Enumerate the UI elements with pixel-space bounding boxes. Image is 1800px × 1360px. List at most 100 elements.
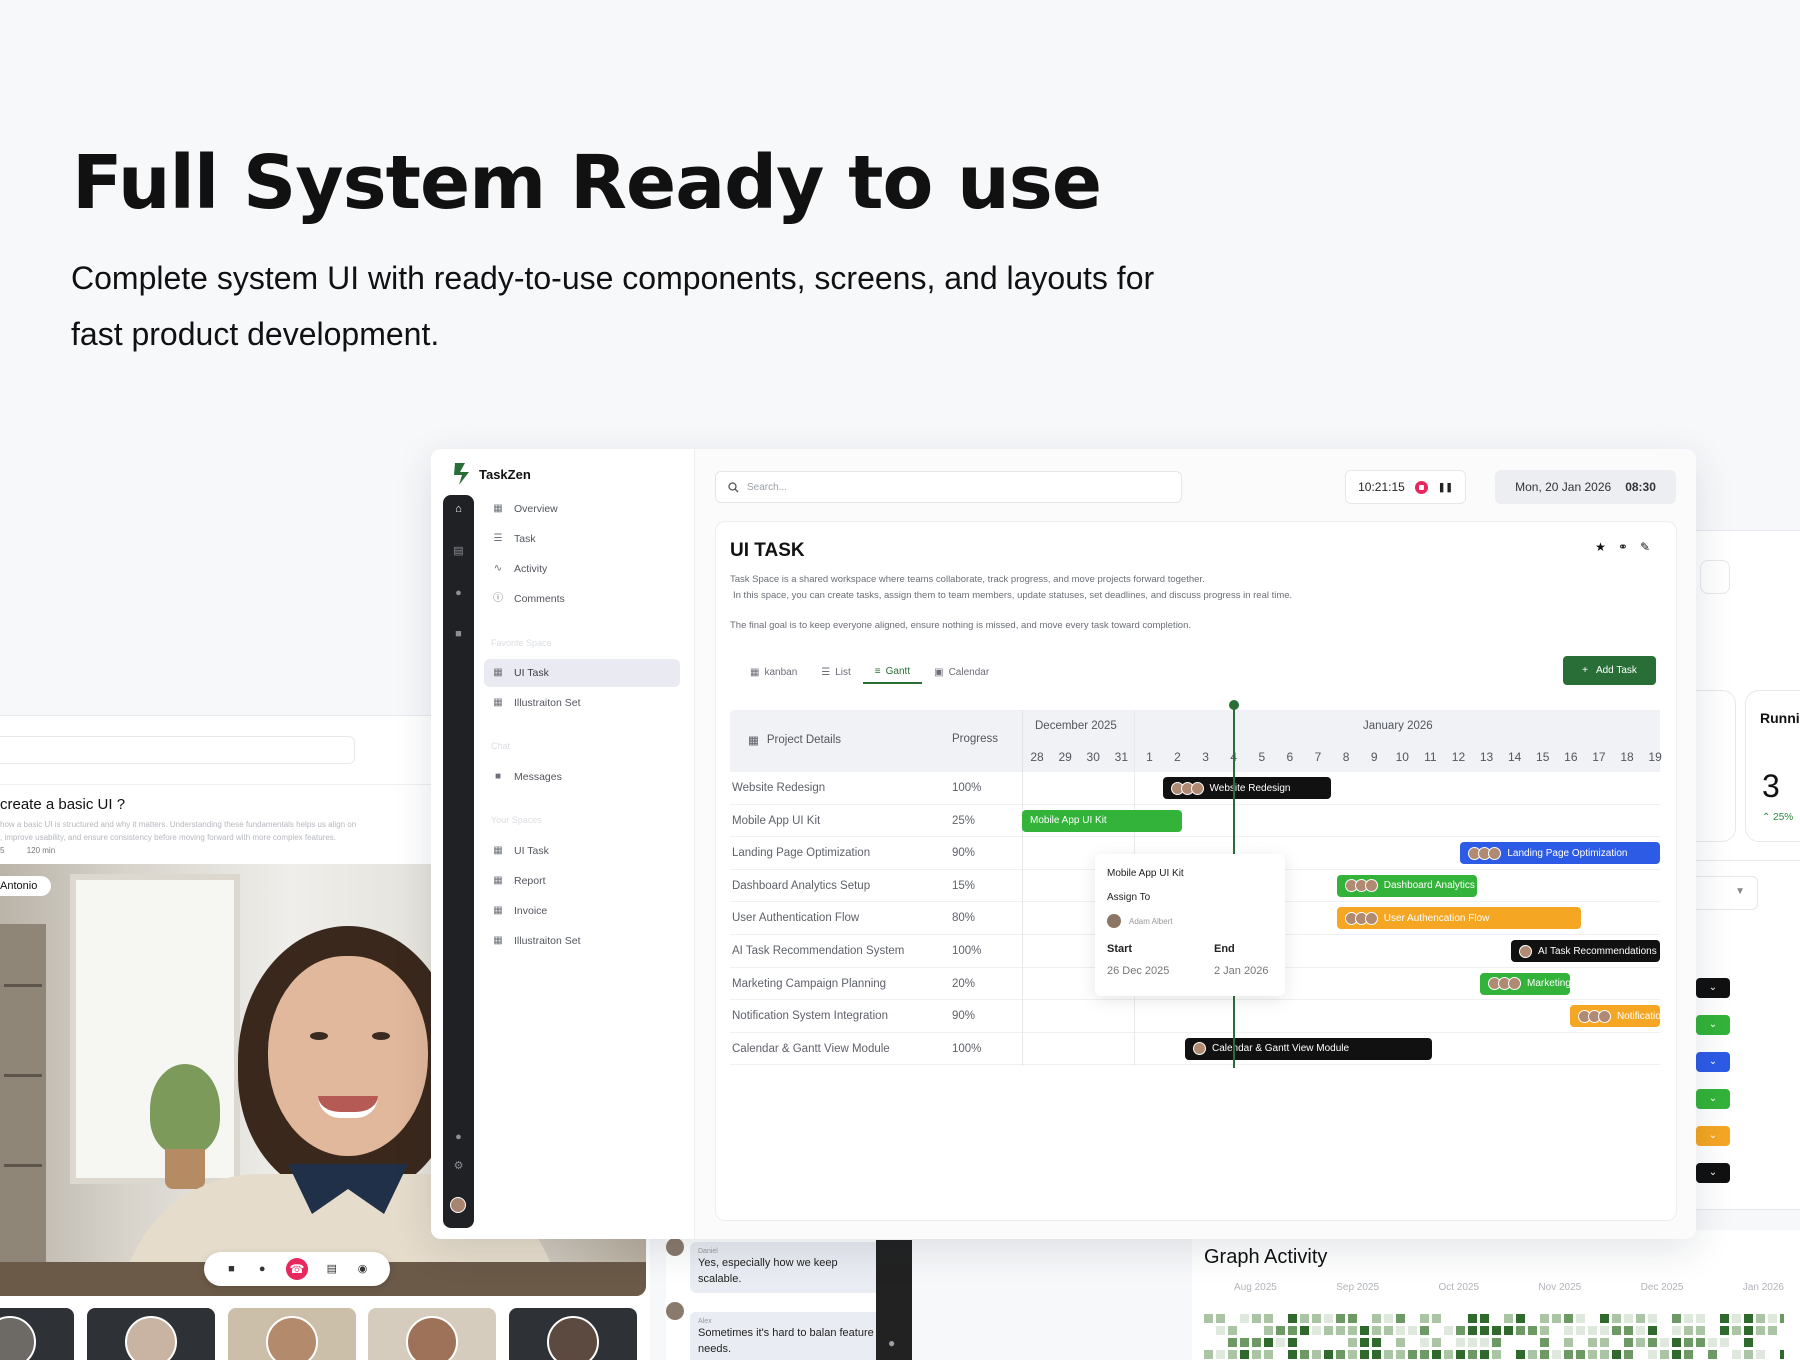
gantt-bar[interactable]: User Authencation Flow [1336, 907, 1582, 930]
gantt-bar[interactable]: Dashboard Analytics Setup [1336, 874, 1478, 897]
home-icon[interactable]: ⌂ [450, 501, 467, 518]
avatar [1364, 879, 1378, 893]
heatmap-cell [1564, 1338, 1573, 1347]
inbox-icon[interactable]: ▤ [450, 543, 467, 560]
bell-icon[interactable]: ● [888, 1336, 895, 1350]
tab-gantt[interactable]: ≡ Gantt [862, 660, 923, 684]
tab-calendar[interactable]: ▣ Calendar [922, 660, 1001, 684]
hang-up-button[interactable]: ☎ [285, 1258, 308, 1280]
chevron-down-icon[interactable]: ⌄ [1696, 1163, 1730, 1183]
team-icon[interactable]: ● [450, 585, 467, 602]
avatar [1518, 944, 1532, 958]
heatmap-cell [1216, 1338, 1225, 1347]
heatmap-cell [1276, 1326, 1285, 1335]
star-icon[interactable]: ★ [1595, 540, 1606, 554]
search-icon [728, 481, 739, 492]
tab-list[interactable]: ☰ List [809, 660, 863, 684]
nav-space-ui-task[interactable]: ▦ UI Task [484, 837, 680, 865]
heatmap-cell [1780, 1350, 1784, 1359]
heatmap-cell [1684, 1350, 1693, 1359]
gear-icon[interactable]: ⚙ [450, 1158, 467, 1175]
nav-favorite-illustration-set[interactable]: ▦ Illustraiton Set [484, 689, 680, 717]
chevron-down-icon[interactable]: ⌄ [1696, 1052, 1730, 1072]
gantt-bar[interactable]: Notification System Integration [1569, 1005, 1660, 1028]
bell-icon[interactable]: ● [450, 1129, 467, 1146]
heatmap-cell [1336, 1338, 1345, 1347]
nav-task[interactable]: ☰ Task [484, 525, 680, 553]
nav-space-report[interactable]: ▦ Report [484, 867, 680, 895]
user-avatar[interactable] [450, 1197, 466, 1213]
heatmap-cell [1612, 1326, 1621, 1335]
record-icon[interactable]: ◉ [356, 1263, 370, 1275]
day-tick: 30 [1086, 750, 1100, 764]
heatmap-cell [1372, 1350, 1381, 1359]
nav-space-illustration-set[interactable]: ▦ Illustraiton Set [484, 927, 680, 955]
nav-activity[interactable]: ∿ Activity [484, 555, 680, 583]
project-progress: 80% [952, 912, 976, 925]
chevron-down-icon[interactable]: ⌄ [1696, 1126, 1730, 1146]
heatmap-cell [1768, 1314, 1777, 1323]
nav-comments[interactable]: ⓘ Comments [484, 585, 680, 613]
heatmap-cell [1624, 1350, 1633, 1359]
nav-favorite-ui-task[interactable]: ▦ UI Task [484, 659, 680, 687]
current-date: Mon, 20 Jan 2026 [1515, 480, 1612, 494]
gantt-header-timeline: December 2025 January 2026 2829303112345… [1022, 710, 1662, 772]
heatmap-cell [1552, 1326, 1561, 1335]
pause-button[interactable]: ❚❚ [1438, 482, 1453, 493]
chevron-down-icon[interactable]: ⌄ [1696, 1089, 1730, 1109]
heatmap-cell [1780, 1314, 1784, 1323]
nav-space-invoice[interactable]: ▦ Invoice [484, 897, 680, 925]
section-favorite: Favorite Space [491, 638, 552, 648]
heatmap-cell [1528, 1314, 1537, 1323]
participant-thumb-4[interactable] [368, 1308, 496, 1360]
participant-avatar [406, 1316, 458, 1360]
section-spaces: Your Spaces [491, 815, 542, 825]
link-icon[interactable]: ⚭ [1618, 540, 1628, 554]
meeting-meta: 5 120 min [0, 846, 75, 855]
stop-record-button[interactable] [1414, 480, 1428, 494]
participant-thumb-5[interactable] [509, 1308, 637, 1360]
gantt-bar[interactable]: Landing Page Optimization [1460, 842, 1660, 865]
video-search-input[interactable] [0, 736, 355, 764]
chevron-down-icon[interactable]: ⌄ [1696, 978, 1730, 998]
tab-label: Gantt [885, 665, 911, 677]
heatmap-cell [1492, 1326, 1501, 1335]
nav-overview[interactable]: ▦ Overview [484, 495, 680, 523]
day-tick: 19 [1648, 750, 1662, 764]
table-row[interactable]: Mobile App UI Kit 25% [730, 805, 1660, 838]
day-tick: 13 [1479, 750, 1494, 764]
heatmap-cell [1444, 1314, 1453, 1323]
captions-icon[interactable]: ▤ [325, 1263, 339, 1275]
gantt-chart: ▦ Project Details Progress December 2025… [730, 700, 1662, 1090]
heatmap-cell [1600, 1350, 1609, 1359]
gantt-bar[interactable]: Calendar & Gantt View Module [1184, 1037, 1433, 1060]
gantt-bar[interactable]: Mobile App UI Kit [1022, 809, 1183, 832]
heatmap-cell [1768, 1338, 1777, 1347]
nav-messages[interactable]: ■ Messages [484, 763, 680, 791]
heatmap-cell [1648, 1314, 1657, 1323]
participant-thumb-2[interactable] [87, 1308, 215, 1360]
gantt-bar[interactable]: Marketing Campaign Planning [1480, 972, 1570, 995]
participant-thumb-1[interactable] [0, 1308, 74, 1360]
icon-rail: ⌂ ▤ ● ■ ● ⚙ [443, 495, 474, 1228]
add-task-button[interactable]: + Add Task [1563, 656, 1656, 685]
heatmap-cell [1432, 1326, 1441, 1335]
participant-thumb-3[interactable] [228, 1308, 356, 1360]
section-chat: Chat [491, 741, 511, 751]
microphone-icon[interactable]: ● [255, 1263, 269, 1275]
edit-icon[interactable]: ✎ [1640, 540, 1650, 554]
heatmap-cell [1276, 1314, 1285, 1323]
tab-kanban[interactable]: ▦ kanban [738, 660, 809, 684]
heatmap-cell [1288, 1350, 1297, 1359]
heatmap-cell [1240, 1350, 1249, 1359]
search-input[interactable]: Search... [715, 471, 1182, 503]
gantt-bar[interactable]: AI Task Recommendations [1510, 940, 1660, 962]
heatmap-cell [1720, 1350, 1729, 1359]
brand[interactable]: TaskZen [451, 461, 531, 487]
table-row[interactable]: Notification System Integration 90% [730, 1000, 1660, 1033]
gantt-bar[interactable]: Website Redesign [1162, 777, 1332, 799]
camera-icon[interactable]: ■ [224, 1263, 238, 1275]
chevron-down-icon[interactable]: ⌄ [1696, 1015, 1730, 1035]
video-icon[interactable]: ■ [450, 626, 467, 643]
day-tick: 7 [1314, 750, 1322, 764]
